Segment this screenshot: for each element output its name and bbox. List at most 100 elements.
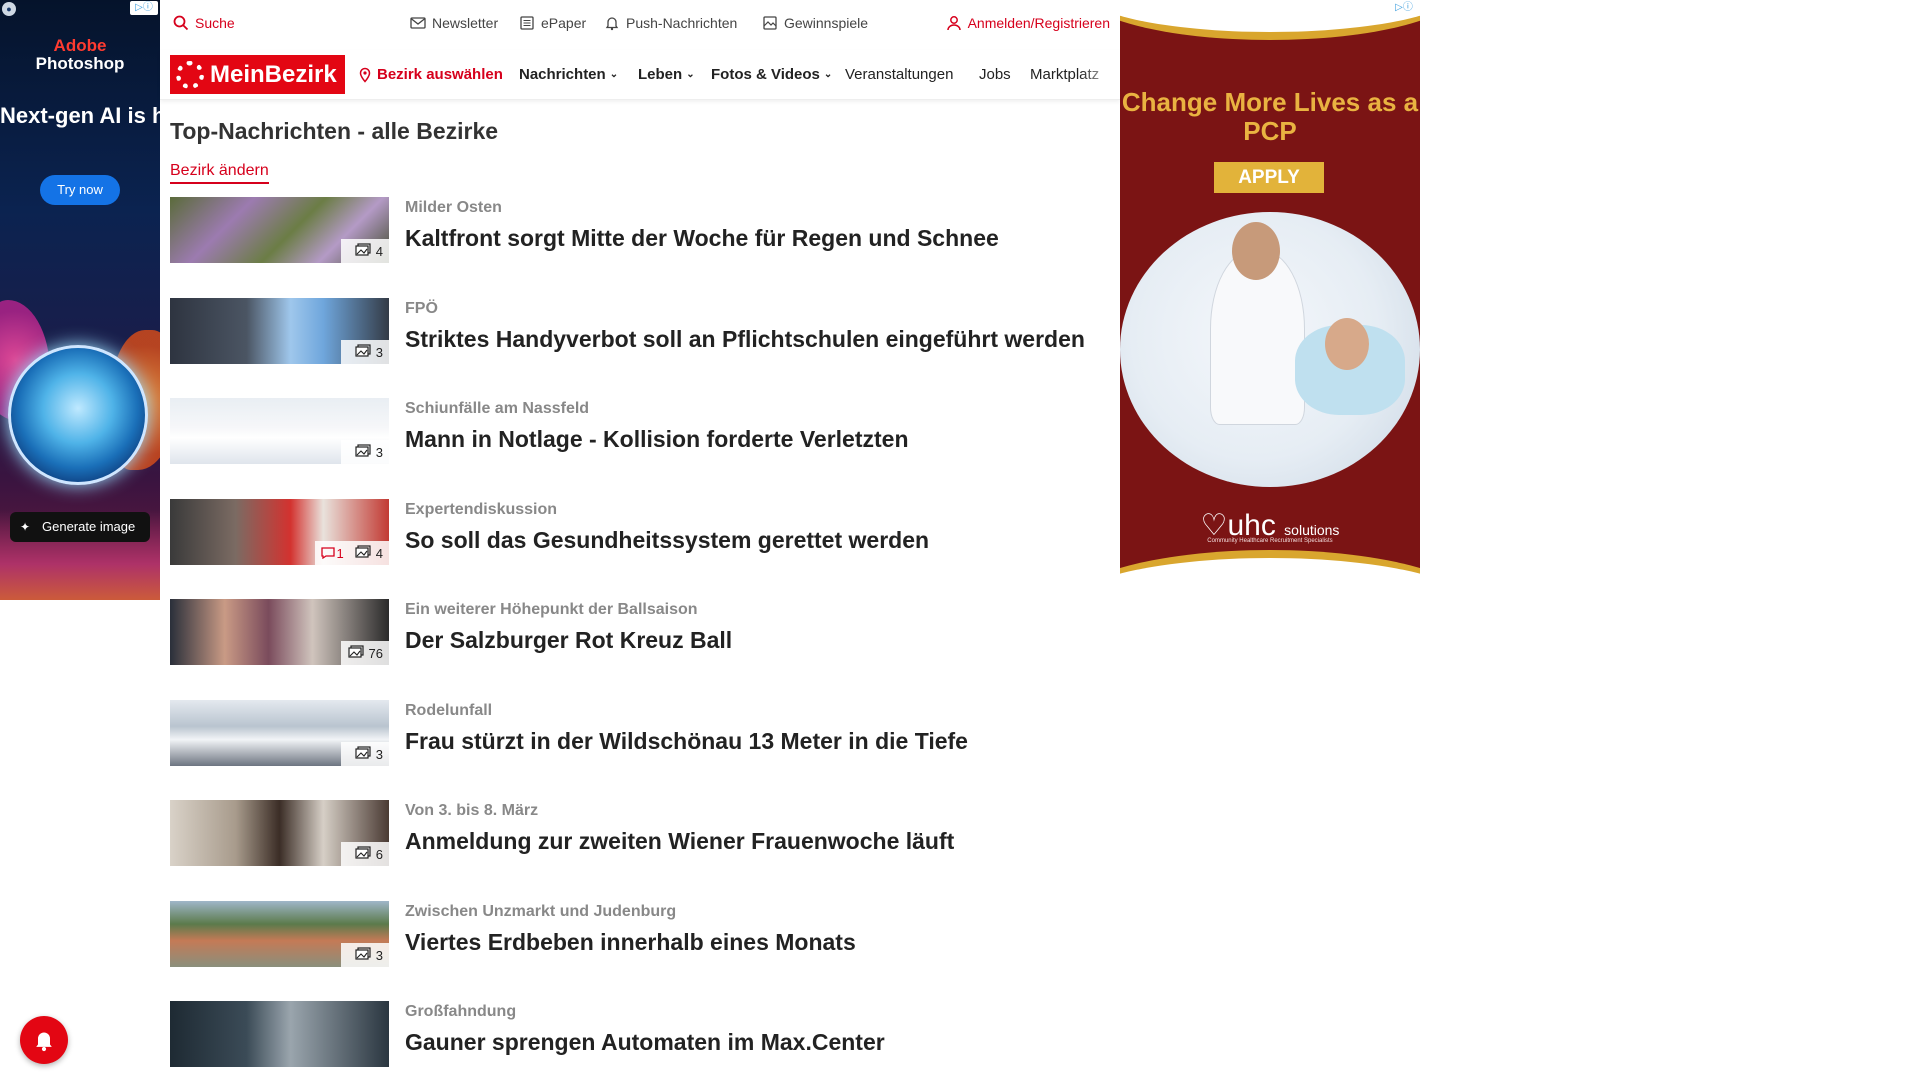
article-thumbnail[interactable]: 6 (170, 800, 389, 866)
mail-icon (410, 17, 426, 29)
nav-item-veranstaltungen[interactable]: Veranstaltungen (845, 66, 953, 83)
ad-generate-label: Generate image (42, 519, 136, 534)
article-teaser[interactable]: Großfahndung Gauner sprengen Automaten im… (170, 1001, 1110, 1069)
top-utility-bar: Suche Newsletter ePaper Push-Nachrichten… (160, 0, 1120, 46)
article-headline[interactable]: Striktes Handyverbot soll an Pflichtschu… (405, 326, 1085, 353)
article-thumbnail[interactable]: 14 (170, 499, 389, 565)
ad-doctor-figure (1232, 222, 1280, 280)
comment-count: 1 (320, 546, 344, 561)
gallery-icon (355, 846, 371, 862)
image-count: 6 (375, 846, 383, 862)
epaper-label: ePaper (541, 15, 587, 31)
article-thumbnail[interactable]: 4 (170, 197, 389, 263)
search-button[interactable]: Suche (173, 15, 235, 31)
article-headline[interactable]: Gauner sprengen Automaten im Max.Center (405, 1029, 885, 1056)
media-count-badge: 3 (341, 340, 389, 364)
article-teaser[interactable]: 6 Von 3. bis 8. März Anmeldung zur zweiten… (170, 800, 1110, 868)
ad-tagline: Community Healthcare Recruitment Special… (1207, 538, 1333, 544)
image-count: 3 (375, 444, 383, 460)
nav-item-label: Nachrichten (519, 66, 606, 83)
media-count-badge: 6 (341, 842, 389, 866)
image-count: 3 (375, 344, 383, 360)
change-bezirk-link[interactable]: Bezirk ändern (170, 162, 269, 184)
article-thumbnail[interactable]: 76 (170, 599, 389, 665)
article-teaser[interactable]: 3 Rodelunfall Frau stürzt in der Wildschön… (170, 700, 1110, 768)
article-headline[interactable]: Frau stürzt in der Wildschönau 13 Meter … (405, 728, 968, 755)
article-headline[interactable]: Viertes Erdbeben innerhalb eines Monats (405, 929, 856, 956)
nav-item-leben[interactable]: Leben ⌄ (638, 66, 695, 83)
gallery-icon (355, 947, 371, 963)
image-count: 4 (375, 243, 383, 259)
comment-icon (320, 547, 335, 559)
site-logo[interactable]: MeinBezirk (170, 55, 345, 94)
nav-item-jobs[interactable]: Jobs (979, 66, 1011, 83)
epaper-link[interactable]: ePaper (519, 15, 586, 31)
nav-item-nachrichten[interactable]: Nachrichten ⌄ (519, 66, 618, 83)
gallery-icon (355, 344, 371, 360)
gallery-icon (347, 645, 364, 661)
newspaper-icon (520, 16, 534, 30)
article-teaser[interactable]: 1 4 Expertendiskussion So soll das Gesundhe… (170, 499, 1110, 567)
ad-privacy-icon[interactable]: ● (2, 2, 16, 16)
nav-item-fotos-videos[interactable]: Fotos & Videos ⌄ (711, 66, 832, 83)
right-advertisement[interactable]: ▷ⓘ Change More Lives as a PCP APPLY ♡uhc… (1120, 0, 1420, 600)
article-thumbnail[interactable]: 3 (170, 700, 389, 766)
newsletter-link[interactable]: Newsletter (410, 15, 498, 31)
article-headline[interactable]: Kaltfront sorgt Mitte der Woche für Rege… (405, 225, 999, 252)
article-teaser[interactable]: 3 Schiunfälle am Nassfeld Mann in Notlage … (170, 398, 1110, 466)
nav-item-label: Jobs (979, 66, 1011, 83)
page-title: Top-Nachrichten - alle Bezirke (170, 118, 499, 144)
ad-generate-image-button[interactable]: ✦ Generate image (10, 512, 150, 542)
media-count-badge: 3 (341, 742, 389, 766)
left-advertisement[interactable]: ● ▷ⓘ Adobe Photoshop Next-gen AI is here… (0, 0, 160, 600)
push-notifications-link[interactable]: Push-Nachrichten (604, 15, 737, 31)
article-thumbnail[interactable]: 3 (170, 398, 389, 464)
chevron-down-icon: ⌄ (609, 69, 619, 80)
main-content: Suche Newsletter ePaper Push-Nachrichten… (160, 0, 1120, 1080)
image-count: 3 (375, 947, 383, 963)
media-count-badge: 14 (314, 541, 389, 565)
article-headline[interactable]: Anmeldung zur zweiten Wiener Frauenwoche… (405, 828, 954, 855)
article-teaser[interactable]: 3 Zwischen Unzmarkt und Judenburg Viertes … (170, 901, 1110, 969)
main-navigation: MeinBezirk Bezirk auswählen Nachrichten … (160, 50, 1120, 100)
gallery-icon (355, 746, 371, 762)
notification-bell-button[interactable] (20, 1016, 68, 1064)
article-kicker: Milder Osten (405, 199, 502, 216)
bell-icon (605, 17, 619, 31)
article-teaser[interactable]: 4 Milder Osten Kaltfront sorgt Mitte der W… (170, 197, 1110, 265)
newsletter-label: Newsletter (432, 15, 499, 31)
user-icon (946, 16, 961, 31)
article-teaser[interactable]: 3 FPÖ Striktes Handyverbot soll an Pflicht… (170, 298, 1110, 366)
ad-choices-icon[interactable]: ▷ⓘ (130, 1, 158, 15)
article-teaser[interactable]: 76 Ein weiterer Höhepunkt der Ballsaison D… (170, 599, 1110, 667)
nav-item-label: Leben (638, 66, 683, 83)
gewinnspiele-label: Gewinnspiele (784, 15, 869, 31)
ad-image-orb (8, 345, 148, 485)
article-headline[interactable]: Der Salzburger Rot Kreuz Ball (405, 627, 732, 654)
bezirk-select-button[interactable]: Bezirk auswählen (357, 66, 503, 83)
article-kicker: Zwischen Unzmarkt und Judenburg (405, 903, 677, 920)
login-label: Anmelden/Registrieren (967, 15, 1110, 31)
login-link[interactable]: Anmelden/Registrieren (946, 15, 1110, 31)
article-headline[interactable]: Mann in Notlage - Kollision forderte Ver… (405, 426, 909, 453)
ad-headline: Change More Lives as a PCP (1121, 87, 1419, 146)
push-label: Push-Nachrichten (626, 15, 738, 31)
article-kicker: Von 3. bis 8. März (405, 802, 539, 819)
ad-decoration (1120, 550, 1420, 600)
gewinnspiele-link[interactable]: Gewinnspiele (762, 15, 868, 31)
article-thumbnail[interactable]: 3 (170, 901, 389, 967)
search-icon (173, 15, 189, 31)
gallery-icon (355, 243, 371, 259)
media-count-badge: 4 (341, 239, 389, 263)
article-kicker: Ein weiterer Höhepunkt der Ballsaison (405, 601, 698, 618)
article-thumbnail[interactable]: 3 (170, 298, 389, 364)
article-thumbnail[interactable] (170, 1001, 389, 1067)
ad-try-now-button[interactable]: Try now (40, 175, 120, 205)
article-kicker: Großfahndung (405, 1003, 517, 1020)
media-count-badge: 76 (341, 641, 389, 665)
gallery-icon (355, 444, 371, 460)
nav-item-label: Veranstaltungen (845, 66, 954, 83)
ad-apply-button[interactable]: APPLY (1214, 162, 1324, 193)
ad-choices-icon[interactable]: ▷ⓘ (1390, 1, 1418, 15)
article-headline[interactable]: So soll das Gesundheitssystem gerettet w… (405, 527, 929, 554)
